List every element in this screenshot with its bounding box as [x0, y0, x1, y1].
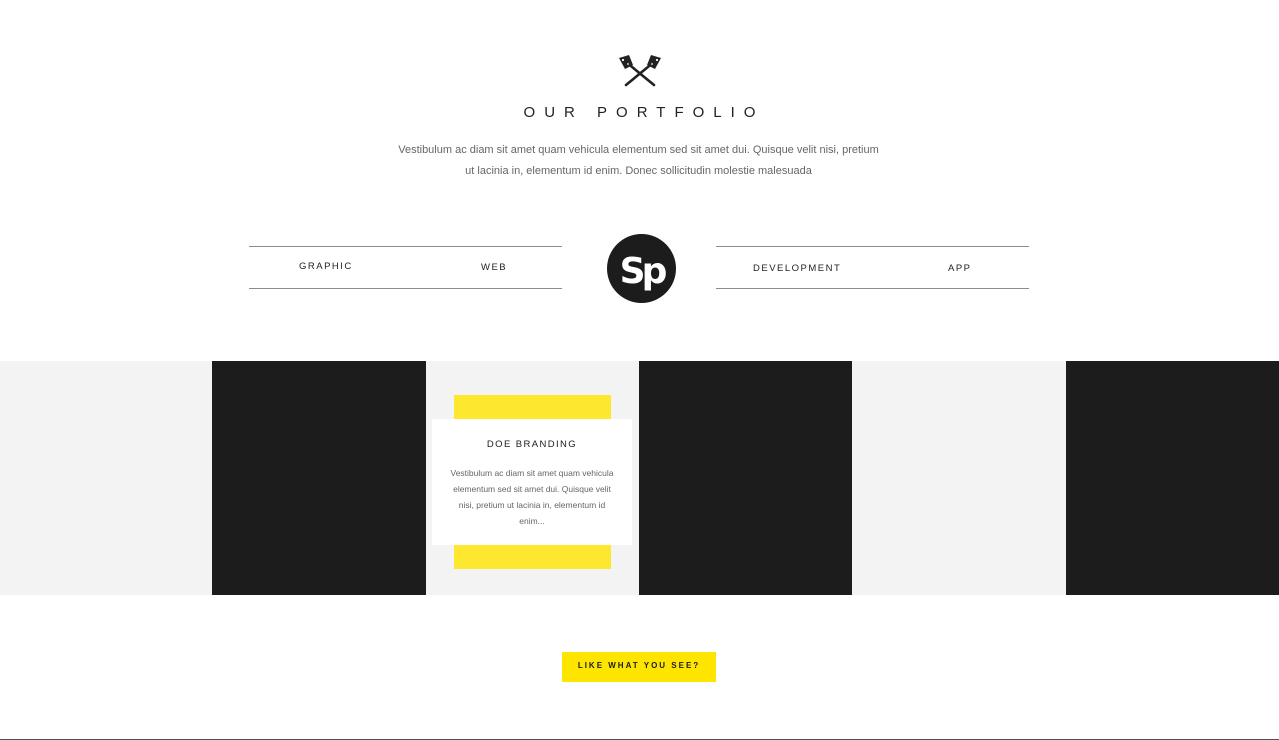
crossed-axes-icon	[616, 54, 664, 88]
brand-logo-text: Sp	[620, 251, 667, 292]
portfolio-tile[interactable]	[639, 361, 852, 595]
filter-divider-right-top	[716, 246, 1029, 247]
portfolio-description: Vestibulum ac diam sit amet quam vehicul…	[380, 140, 897, 182]
description-line-2: ut lacinia in, elementum id enim. Donec …	[465, 165, 812, 177]
filter-web[interactable]: WEB	[481, 262, 507, 273]
card-title: DOE BRANDING	[486, 439, 578, 450]
filter-graphic[interactable]: GRAPHIC	[299, 261, 353, 272]
filter-app[interactable]: APP	[948, 263, 972, 274]
card-accent-top	[454, 395, 611, 419]
card-accent-bottom	[454, 545, 611, 569]
portfolio-card[interactable]: DOE BRANDING Vestibulum ac diam sit amet…	[432, 419, 632, 545]
page-title: OUR PORTFOLIO	[523, 104, 765, 121]
cta-button[interactable]: LIKE WHAT YOU SEE?	[562, 652, 716, 682]
description-line-1: Vestibulum ac diam sit amet quam vehicul…	[398, 144, 879, 156]
portfolio-tile[interactable]	[0, 361, 212, 595]
filter-divider-left-top	[249, 246, 562, 247]
filter-divider-right-bottom	[716, 288, 1029, 289]
portfolio-grid	[0, 361, 1279, 595]
filter-divider-left-bottom	[249, 288, 562, 289]
brand-logo[interactable]: Sp	[607, 234, 676, 303]
card-description: Vestibulum ac diam sit amet quam vehicul…	[450, 468, 614, 526]
portfolio-tile[interactable]	[212, 361, 426, 595]
portfolio-tile[interactable]	[852, 361, 1066, 595]
filter-development[interactable]: DEVELOPMENT	[753, 263, 841, 274]
portfolio-tile[interactable]	[1066, 361, 1279, 595]
